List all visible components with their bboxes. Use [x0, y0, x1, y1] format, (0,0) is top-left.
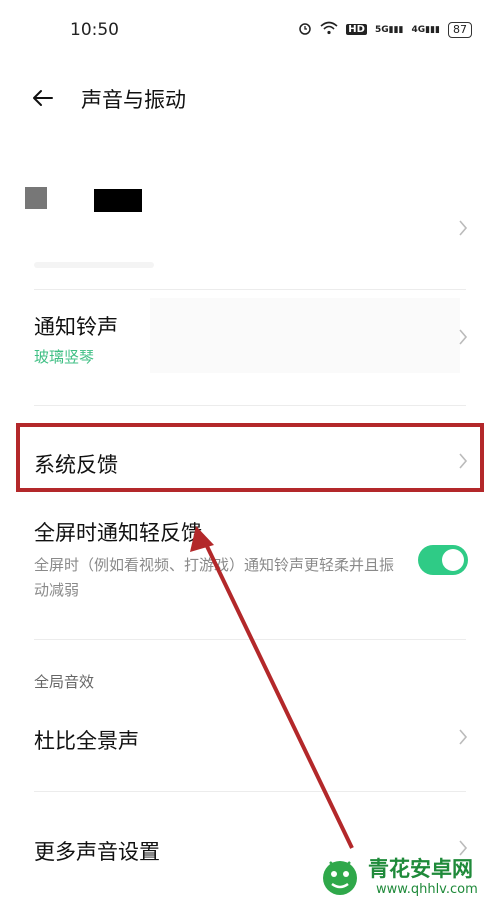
divider: [34, 639, 466, 640]
highlight-box: [16, 423, 484, 492]
notification-ringtone-value: 玻璃竖琴: [34, 348, 95, 366]
app-header: 声音与振动: [0, 70, 500, 130]
watermark-logo-icon: [323, 861, 357, 895]
battery-icon: 87: [448, 21, 472, 38]
status-time: 10:50: [70, 20, 119, 40]
divider: [34, 791, 466, 792]
chevron-right-icon[interactable]: [458, 218, 468, 238]
watermark: 青花安卓网 www.qhhlv.com: [318, 850, 498, 908]
back-button[interactable]: [28, 83, 58, 113]
status-icons: HD 5G▮▮▮ 4G▮▮▮ 87: [298, 21, 472, 38]
back-arrow-icon: [33, 90, 53, 106]
watermark-name: 青花安卓网: [368, 857, 473, 881]
signal-4g-label: 4G: [411, 24, 426, 35]
chevron-right-icon: [458, 727, 468, 747]
fullscreen-feedback-description: 全屏时（例如看视频、打游戏）通知铃声更轻柔并且振动减弱: [34, 556, 395, 599]
divider: [34, 289, 466, 290]
more-sound-settings-title: 更多声音设置: [34, 840, 160, 864]
fullscreen-feedback-title: 全屏时通知轻反馈: [34, 521, 202, 545]
divider: [34, 405, 466, 406]
alarm-icon: [298, 21, 312, 38]
redacted-text: [34, 262, 154, 268]
watermark-url: www.qhhlv.com: [376, 882, 478, 897]
redacted-block: [94, 189, 142, 212]
redacted-block: [25, 187, 47, 209]
status-bar: 10:50 HD 5G▮▮▮ 4G▮▮▮ 87: [0, 0, 500, 62]
toggle-knob: [442, 549, 464, 571]
page-title: 声音与振动: [81, 88, 186, 112]
signal-5g-icon: 5G▮▮▮: [374, 24, 404, 35]
hd-badge: HD: [346, 24, 367, 35]
fullscreen-feedback-toggle[interactable]: [418, 545, 468, 575]
signal-4g-icon: 4G▮▮▮: [411, 24, 440, 35]
dolby-atmos-title: 杜比全景声: [34, 729, 139, 753]
chevron-right-icon: [458, 327, 468, 347]
signal-5g-label: 5G: [374, 24, 389, 35]
redacted-area: [150, 298, 460, 373]
wifi-icon: [320, 21, 338, 38]
notification-ringtone-title: 通知铃声: [34, 315, 118, 339]
section-label-global-audio: 全局音效: [34, 673, 95, 691]
